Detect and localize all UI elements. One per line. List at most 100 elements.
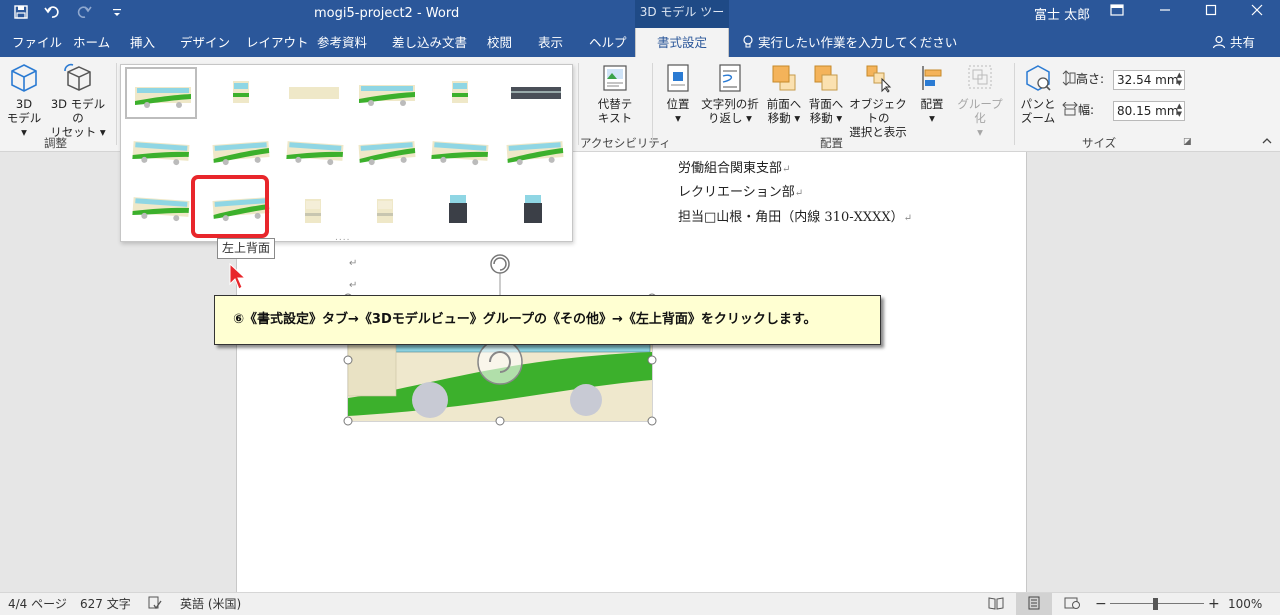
minimize-icon[interactable] <box>1142 0 1188 28</box>
gallery-view-item[interactable] <box>125 181 197 233</box>
pan-zoom-button[interactable]: パンと ズーム <box>1018 63 1058 125</box>
tab-references[interactable]: 参考資料 <box>317 28 367 57</box>
gallery-view-item[interactable] <box>351 67 423 119</box>
save-icon[interactable] <box>12 4 30 24</box>
zoom-slider-thumb[interactable] <box>1153 598 1158 610</box>
gallery-view-item[interactable] <box>424 181 496 233</box>
quick-access-toolbar <box>12 4 126 24</box>
height-spinner-icon[interactable]: ▲ ▼ <box>1177 71 1182 87</box>
rotate-handle-icon[interactable] <box>490 254 510 274</box>
group-objects-icon <box>968 65 992 89</box>
tab-review[interactable]: 校閲 <box>487 28 512 57</box>
zoom-in-icon[interactable]: + <box>1208 593 1220 615</box>
reset-cube-icon <box>64 63 91 91</box>
gallery-view-item[interactable] <box>499 67 571 119</box>
web-layout-icon[interactable] <box>1064 593 1080 615</box>
gallery-view-item[interactable] <box>499 125 571 177</box>
tab-design[interactable]: デザイン <box>180 28 230 57</box>
width-input[interactable]: 80.15 mm ▲ ▼ <box>1113 101 1185 121</box>
doc-line-1: 労働組合関東支部↵ <box>678 161 791 176</box>
print-layout-icon[interactable] <box>1016 593 1052 615</box>
word-count[interactable]: 627 文字 <box>80 593 131 615</box>
tell-me-search[interactable]: 実行したい作業を入力してください <box>742 28 957 57</box>
collapse-ribbon-icon[interactable] <box>1262 137 1272 148</box>
gallery-view-item[interactable] <box>424 125 496 177</box>
height-icon <box>1062 70 1076 86</box>
tab-help[interactable]: ヘルプ <box>589 28 627 57</box>
proofing-icon[interactable] <box>148 593 162 615</box>
height-label: 高さ: <box>1062 70 1104 87</box>
wrap-text-icon <box>719 64 741 92</box>
gallery-resize-grip[interactable]: .... <box>335 233 350 243</box>
zoom-level[interactable]: 100% <box>1228 593 1262 615</box>
height-input[interactable]: 32.54 mm ▲ ▼ <box>1113 70 1185 90</box>
tab-layout[interactable]: レイアウト <box>246 28 309 57</box>
ribbon-display-options-icon[interactable] <box>1110 3 1124 21</box>
zoom-out-icon[interactable]: − <box>1095 593 1107 615</box>
selection-pane-icon <box>866 65 892 93</box>
gallery-view-item[interactable] <box>279 67 351 119</box>
selection-pane-button[interactable]: オブジェクトの 選択と表示 <box>846 63 910 139</box>
tab-file[interactable]: ファイル <box>12 28 62 57</box>
highlight-box <box>191 175 269 238</box>
tab-insert[interactable]: 挿入 <box>130 28 155 57</box>
maximize-icon[interactable] <box>1188 0 1234 28</box>
resize-handle[interactable] <box>495 416 505 426</box>
user-name[interactable]: 富士 太郎 <box>1034 4 1090 23</box>
wrap-text-button[interactable]: 文字列の折 り返し ▾ <box>699 63 761 125</box>
gallery-view-item[interactable] <box>351 181 423 233</box>
share-button[interactable]: 共有 <box>1212 28 1255 57</box>
width-spinner-icon[interactable]: ▲ ▼ <box>1177 102 1182 118</box>
bring-forward-button[interactable]: 前面へ 移動 ▾ <box>762 63 806 125</box>
group-objects-button[interactable]: グループ化 ▾ <box>952 63 1008 139</box>
reset-3d-model-button[interactable]: 3D モデルの リセット ▾ <box>46 63 110 139</box>
align-button[interactable]: 配置 ▾ <box>914 63 950 125</box>
gallery-view-item[interactable] <box>205 125 277 177</box>
gallery-view-item[interactable] <box>351 125 423 177</box>
position-icon <box>667 64 689 92</box>
3d-model-button[interactable]: 3D モデル ▾ <box>4 63 44 139</box>
width-label: 幅: <box>1062 101 1094 118</box>
accessibility-group-label: アクセシビリティ <box>580 136 671 150</box>
send-backward-button[interactable]: 背面へ 移動 ▾ <box>804 63 848 125</box>
arrange-group-label: 配置 <box>820 136 843 150</box>
position-button[interactable]: 位置 ▾ <box>660 63 696 125</box>
size-group-label: サイズ <box>1082 136 1117 150</box>
ribbon-tabs: ファイル ホーム 挿入 デザイン レイアウト 参考資料 差し込み文書 校閲 表示… <box>0 28 1280 57</box>
redo-icon[interactable] <box>76 4 94 24</box>
customize-qat-icon[interactable] <box>108 4 126 24</box>
alt-text-button[interactable]: 代替テ キスト <box>588 63 642 125</box>
gallery-view-item[interactable] <box>499 181 571 233</box>
gallery-view-item[interactable] <box>205 67 277 119</box>
gallery-view-item[interactable] <box>424 67 496 119</box>
3d-model-tools-context: 3D モデル ツール <box>635 0 729 43</box>
size-dialog-launcher-icon[interactable]: ◪ <box>1183 137 1192 147</box>
tab-mailings[interactable]: 差し込み文書 <box>392 28 467 57</box>
doc-line-3: 担当□山根・角田（内線 310-XXXX）↵ <box>678 210 913 225</box>
resize-handle[interactable] <box>343 416 353 426</box>
3d-rotate-control-icon[interactable] <box>477 339 523 385</box>
status-bar: 4/4 ページ 627 文字 英語 (米国) − + 100% <box>0 592 1280 615</box>
gallery-view-item[interactable] <box>125 125 197 177</box>
tab-home[interactable]: ホーム <box>73 28 110 57</box>
width-icon <box>1062 101 1078 116</box>
alt-text-icon <box>603 65 627 91</box>
undo-icon[interactable] <box>44 4 62 24</box>
resize-handle[interactable] <box>647 416 657 426</box>
language-indicator[interactable]: 英語 (米国) <box>180 593 241 615</box>
document-title: mogi5-project2 - Word <box>314 6 460 21</box>
close-icon[interactable] <box>1234 0 1280 28</box>
resize-handle[interactable] <box>647 355 657 365</box>
tab-view[interactable]: 表示 <box>538 28 563 57</box>
mouse-pointer-icon <box>229 262 247 290</box>
read-mode-icon[interactable] <box>988 593 1004 615</box>
gallery-view-item[interactable] <box>279 181 351 233</box>
resize-handle[interactable] <box>343 355 353 365</box>
adjust-group-label: 調整 <box>44 136 67 150</box>
tab-format[interactable]: 書式設定 <box>635 28 729 57</box>
page-count[interactable]: 4/4 ページ <box>8 593 67 615</box>
gallery-view-item[interactable] <box>279 125 351 177</box>
send-backward-icon <box>814 65 838 91</box>
lightbulb-icon <box>743 35 753 48</box>
gallery-view-item[interactable] <box>125 67 197 119</box>
